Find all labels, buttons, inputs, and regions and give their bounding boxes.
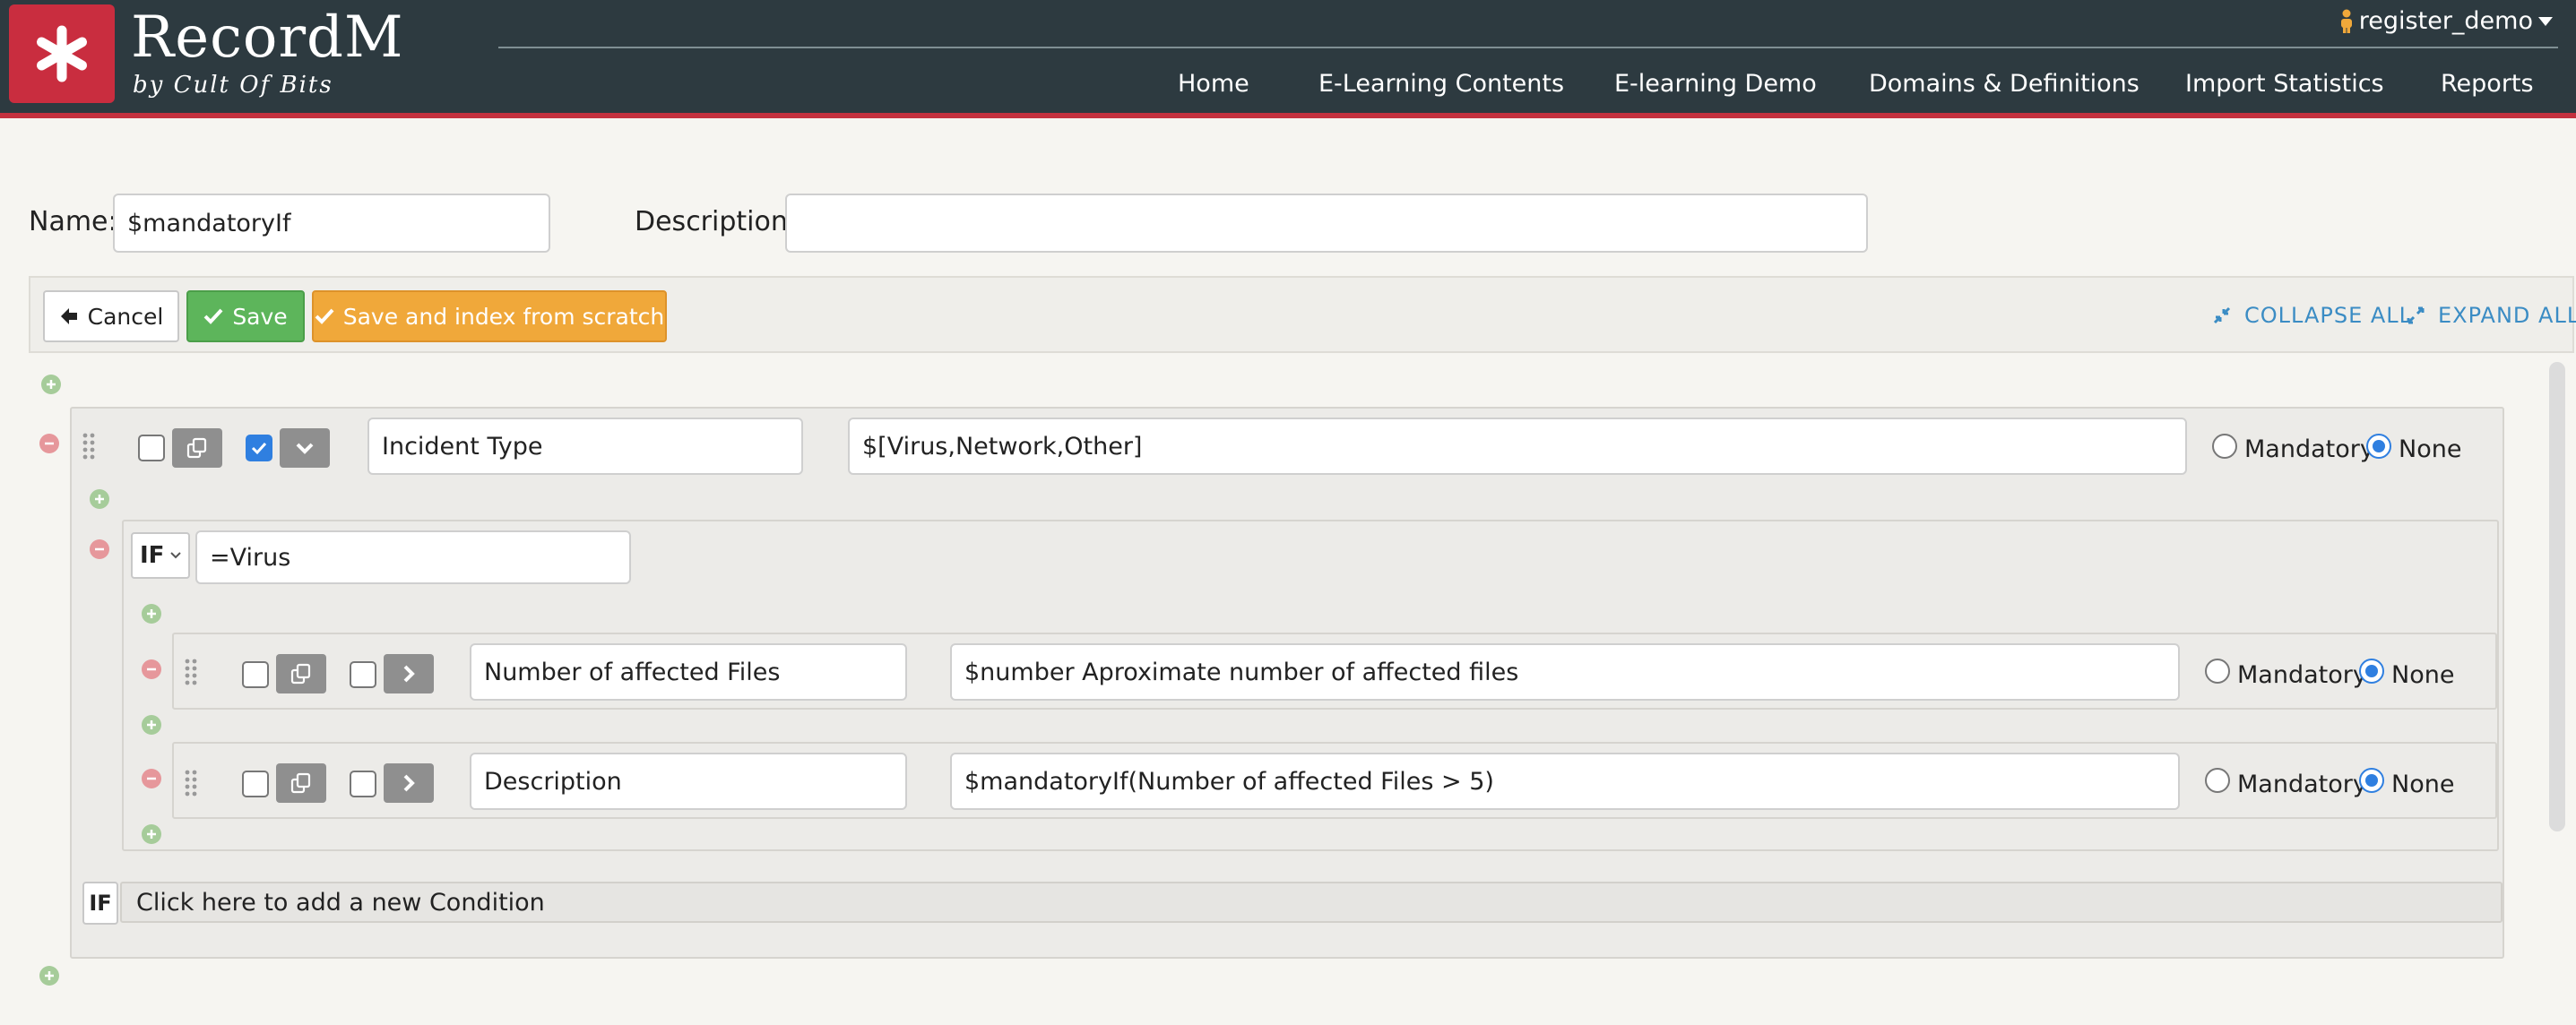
root-field-description-input[interactable] xyxy=(848,418,2187,475)
name-label: Name: xyxy=(29,206,117,237)
chevron-right-icon xyxy=(403,665,415,683)
vertical-scrollbar[interactable] xyxy=(2549,362,2565,831)
root-expand-checkbox[interactable] xyxy=(246,435,272,461)
copy-icon xyxy=(290,663,311,685)
nav-import-statistics[interactable]: Import Statistics xyxy=(2185,70,2384,98)
child-mandatory-radio[interactable] xyxy=(2205,659,2230,684)
drag-handle-icon[interactable] xyxy=(82,432,95,461)
chevron-down-icon xyxy=(296,443,314,454)
user-icon xyxy=(2340,9,2352,33)
add-child-field-icon[interactable] xyxy=(142,715,161,735)
collapse-all-label: COLLAPSE ALL xyxy=(2244,303,2413,328)
remove-child-field-icon[interactable] xyxy=(142,769,161,788)
nav-home[interactable]: Home xyxy=(1178,70,1249,98)
copy-icon xyxy=(290,772,311,794)
caret-down-icon xyxy=(2538,16,2553,26)
child-field-description-input[interactable] xyxy=(950,753,2180,810)
nav-elearning-contents[interactable]: E-Learning Contents xyxy=(1318,70,1564,98)
nav-reports[interactable]: Reports xyxy=(2441,70,2534,98)
cancel-label: Cancel xyxy=(87,303,164,330)
add-field-bottom-icon[interactable] xyxy=(39,966,59,986)
cancel-button[interactable]: Cancel xyxy=(43,290,179,342)
root-mandatory-radio[interactable] xyxy=(2212,434,2237,459)
child-field-description-input[interactable] xyxy=(950,643,2180,701)
remove-condition-icon[interactable] xyxy=(90,539,109,559)
description-label: Description: xyxy=(635,206,797,237)
child-field-name-input[interactable] xyxy=(470,753,907,810)
add-child-field-icon[interactable] xyxy=(142,824,161,844)
add-condition-bar[interactable]: Click here to add a new Condition xyxy=(120,882,2503,923)
child-select-checkbox[interactable] xyxy=(242,661,269,688)
name-input[interactable] xyxy=(113,194,550,253)
child-mandatory-label: Mandatory xyxy=(2237,661,2367,689)
child-mandatory-radio[interactable] xyxy=(2205,768,2230,793)
root-select-checkbox[interactable] xyxy=(138,435,165,461)
child-none-radio[interactable] xyxy=(2359,659,2384,684)
nav-domains-definitions[interactable]: Domains & Definitions xyxy=(1869,70,2139,98)
expand-icon xyxy=(2407,306,2425,324)
add-child-field-icon[interactable] xyxy=(142,604,161,624)
header-divider xyxy=(498,47,2558,48)
add-condition-if-badge[interactable]: IF xyxy=(82,882,118,925)
main-nav: Home E-Learning Contents E-learning Demo… xyxy=(0,70,2576,106)
copy-icon xyxy=(186,437,207,459)
child-expand-checkbox[interactable] xyxy=(350,771,376,797)
child-field-name-input[interactable] xyxy=(470,643,907,701)
root-none-label: None xyxy=(2399,435,2462,463)
child-none-label: None xyxy=(2391,661,2455,689)
user-menu[interactable]: register_demo xyxy=(2339,7,2553,35)
condition-operator-value: IF xyxy=(140,542,165,569)
drag-handle-icon[interactable] xyxy=(185,769,197,797)
child-expand-checkbox[interactable] xyxy=(350,661,376,688)
copy-field-button[interactable] xyxy=(276,763,326,803)
check-icon xyxy=(315,308,334,324)
save-and-index-button[interactable]: Save and index from scratch xyxy=(312,290,667,342)
remove-child-field-icon[interactable] xyxy=(142,659,161,679)
check-icon xyxy=(203,308,223,324)
arrow-left-icon xyxy=(60,308,77,324)
save-label: Save xyxy=(232,303,288,330)
root-none-radio[interactable] xyxy=(2366,434,2391,459)
expand-all-label: EXPAND ALL xyxy=(2438,303,2576,328)
root-mandatory-label: Mandatory xyxy=(2244,435,2374,463)
condition-operator-select[interactable]: IF xyxy=(131,532,190,579)
root-field-name-input[interactable] xyxy=(367,418,803,475)
copy-field-button[interactable] xyxy=(172,428,222,468)
action-toolbar: Cancel Save Save and index from scratch … xyxy=(29,276,2576,353)
header-accent-line xyxy=(0,113,2576,118)
top-navbar: RecordM by Cult Of Bits register_demo Ho… xyxy=(0,0,2576,113)
user-name: register_demo xyxy=(2358,7,2533,35)
nav-elearning-demo[interactable]: E-learning Demo xyxy=(1614,70,1817,98)
description-input[interactable] xyxy=(785,194,1868,253)
expand-all-link[interactable]: EXPAND ALL xyxy=(2406,303,2576,328)
chevron-right-icon xyxy=(403,774,415,792)
child-none-label: None xyxy=(2391,771,2455,798)
expand-field-button[interactable] xyxy=(384,763,434,803)
child-mandatory-label: Mandatory xyxy=(2237,771,2367,798)
checkmark-icon xyxy=(251,442,267,455)
brand-title[interactable]: RecordM xyxy=(131,4,404,72)
add-field-top-icon[interactable] xyxy=(41,375,61,394)
copy-field-button[interactable] xyxy=(276,654,326,693)
child-select-checkbox[interactable] xyxy=(242,771,269,797)
drag-handle-icon[interactable] xyxy=(185,658,197,686)
compress-icon xyxy=(2213,306,2231,324)
save-button[interactable]: Save xyxy=(186,290,305,342)
add-condition-icon[interactable] xyxy=(90,489,109,509)
expand-field-button[interactable] xyxy=(384,654,434,693)
chevron-down-icon xyxy=(170,552,182,559)
child-none-radio[interactable] xyxy=(2359,768,2384,793)
save-and-index-label: Save and index from scratch xyxy=(342,303,665,330)
collapse-all-link[interactable]: COLLAPSE ALL xyxy=(2212,303,2412,328)
condition-value-input[interactable] xyxy=(195,530,631,584)
remove-root-field-icon[interactable] xyxy=(39,434,59,453)
collapse-field-button[interactable] xyxy=(280,428,330,468)
